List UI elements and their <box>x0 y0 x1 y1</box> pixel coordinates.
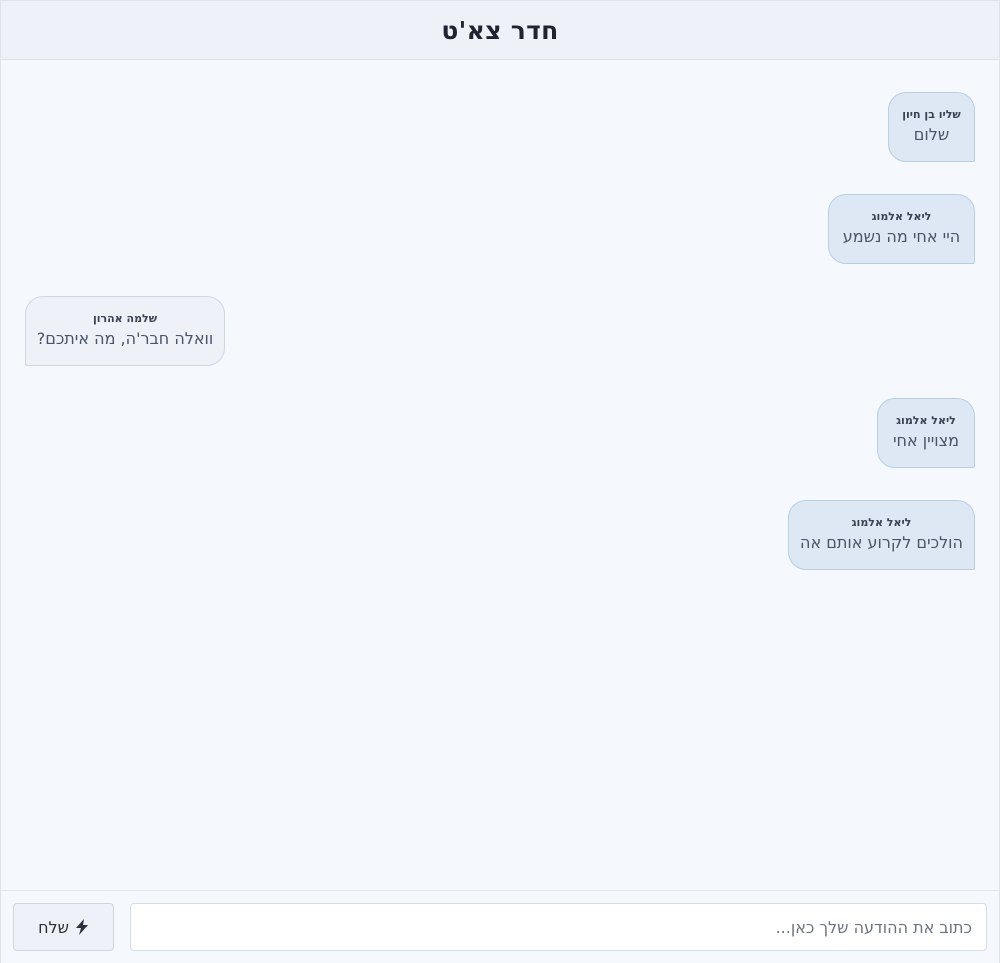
send-button[interactable]: שלח <box>13 903 114 951</box>
message-list[interactable]: שליו בן חיון שלום ליאל אלמוג היי אחי מה … <box>1 60 999 890</box>
message-bubble: ליאל אלמוג היי אחי מה נשמע <box>828 194 975 264</box>
message-text: שלום <box>913 125 950 144</box>
message-text: הולכים לקרוע אותם אה <box>799 533 963 552</box>
message-bubble: ליאל אלמוג מצויין אחי <box>877 398 975 468</box>
send-button-label: שלח <box>38 917 69 937</box>
message-text: מצויין אחי <box>892 431 960 450</box>
message-sender: ליאל אלמוג <box>851 516 912 529</box>
message-text: היי אחי מה נשמע <box>842 227 961 246</box>
bolt-icon <box>75 919 88 935</box>
message-sender: ליאל אלמוג <box>871 210 932 223</box>
message-bubble: ליאל אלמוג הולכים לקרוע אותם אה <box>788 500 975 570</box>
message-sender: שלמה אהרון <box>92 312 158 325</box>
message-input[interactable] <box>130 903 987 951</box>
message-sender: שליו בן חיון <box>902 108 961 121</box>
chat-title: חדר צא'ט <box>441 15 559 45</box>
message-text: וואלה חבר'ה, מה איתכם? <box>36 329 214 348</box>
chat-header: חדר צא'ט <box>1 1 999 60</box>
chat-window: חדר צא'ט שליו בן חיון שלום ליאל אלמוג הי… <box>0 0 1000 963</box>
message-sender: ליאל אלמוג <box>896 414 956 427</box>
message-bubble: שליו בן חיון שלום <box>888 92 975 162</box>
message-composer: שלח <box>1 890 999 963</box>
message-bubble: שלמה אהרון וואלה חבר'ה, מה איתכם? <box>25 296 225 366</box>
